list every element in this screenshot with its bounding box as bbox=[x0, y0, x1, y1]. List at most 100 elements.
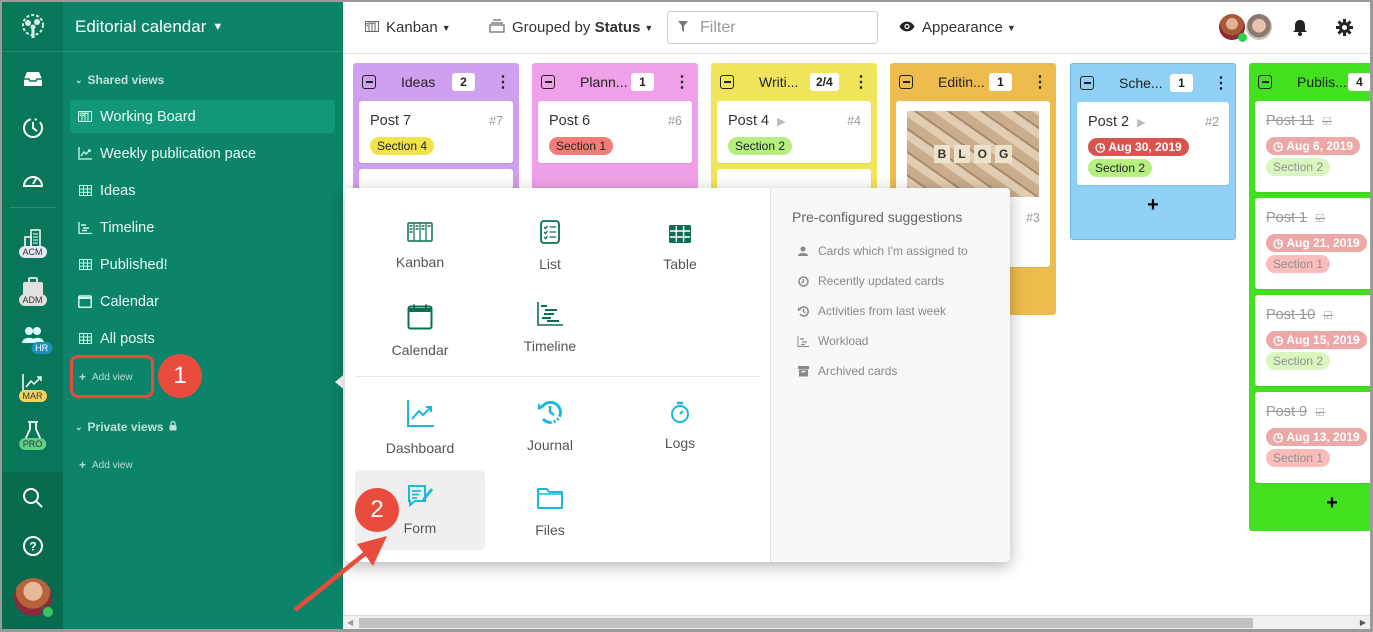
kanban-card[interactable]: Post 2 ▶ #2 ◷ Aug 30, 2019 Section 2 bbox=[1077, 102, 1229, 185]
appearance-dropdown[interactable]: Appearance ▼ bbox=[899, 19, 1016, 36]
app-logo[interactable] bbox=[2, 2, 63, 52]
private-views-header[interactable]: ⌄ Private views bbox=[75, 420, 177, 434]
sidebar-item-label: Published! bbox=[100, 256, 168, 273]
kanban-icon bbox=[76, 111, 94, 122]
workspace-badge: HR bbox=[31, 342, 53, 354]
settings-gear-icon[interactable] bbox=[1336, 19, 1353, 41]
collapse-icon[interactable] bbox=[1080, 76, 1094, 90]
workspace-mar[interactable]: MAR bbox=[2, 368, 63, 402]
scroll-left-arrow-icon[interactable]: ◀ bbox=[347, 618, 353, 627]
column-header[interactable]: Sche... 1 ⋮ bbox=[1077, 64, 1229, 102]
due-date-tag: ◷ Aug 21, 2019 bbox=[1266, 234, 1367, 252]
dashboard-gauge-icon[interactable] bbox=[2, 165, 63, 195]
kanban-card[interactable]: Post 10 ☑ ◷ Aug 15, 2019 Section 2 bbox=[1255, 295, 1370, 386]
chevron-down-icon: ⌄ bbox=[75, 421, 83, 432]
kanban-card[interactable]: Post 7 #7 Section 4 bbox=[359, 101, 513, 163]
sidebar-item-timeline[interactable]: Timeline bbox=[70, 211, 335, 244]
view-option-table[interactable]: Table bbox=[615, 208, 745, 288]
sidebar-item-calendar[interactable]: Calendar bbox=[70, 285, 335, 318]
column-header[interactable]: Publis... 4 bbox=[1255, 63, 1370, 101]
column-header[interactable]: Editin... 1 ⋮ bbox=[896, 63, 1050, 101]
view-option-label: List bbox=[539, 256, 561, 272]
folder-icon bbox=[537, 488, 563, 509]
sidebar-item-weekly-publication-pace[interactable]: Weekly publication pace bbox=[70, 137, 335, 170]
member-avatar-2[interactable] bbox=[1246, 14, 1272, 40]
filter-input[interactable]: Filter bbox=[667, 11, 878, 44]
view-option-timeline[interactable]: Timeline bbox=[485, 288, 615, 368]
collapse-icon[interactable] bbox=[541, 75, 555, 89]
member-avatar-1[interactable] bbox=[1219, 14, 1247, 42]
horizontal-scrollbar[interactable]: ◀ ▶ bbox=[343, 615, 1370, 629]
user-avatar[interactable] bbox=[2, 577, 63, 618]
more-vertical-icon[interactable]: ⋮ bbox=[853, 72, 869, 92]
lock-icon bbox=[169, 420, 177, 434]
workspace-title[interactable]: Editorial calendar ▼ bbox=[63, 2, 343, 52]
view-option-label: Journal bbox=[527, 437, 573, 453]
notifications-bell-icon[interactable] bbox=[1292, 19, 1308, 41]
card-title: Post 4 bbox=[728, 113, 770, 129]
sidebar-item-working-board[interactable]: Working Board bbox=[70, 100, 335, 133]
rail-divider bbox=[10, 207, 56, 208]
clock-icon[interactable] bbox=[2, 113, 63, 143]
collapse-icon[interactable] bbox=[720, 75, 734, 89]
collapse-icon[interactable] bbox=[1258, 75, 1272, 89]
sidebar-item-ideas[interactable]: Ideas bbox=[70, 174, 335, 207]
more-vertical-icon[interactable]: ⋮ bbox=[674, 72, 690, 92]
collapse-icon[interactable] bbox=[362, 75, 376, 89]
shared-views-header[interactable]: ⌄ Shared views bbox=[75, 73, 164, 87]
view-type-dropdown[interactable]: Kanban ▼ bbox=[365, 19, 451, 36]
sidebar-item-published[interactable]: Published! bbox=[70, 248, 335, 281]
workspace-adm[interactable]: ADM bbox=[2, 272, 63, 306]
view-option-kanban[interactable]: Kanban bbox=[355, 206, 485, 286]
sidebar-item-all-posts[interactable]: All posts bbox=[70, 322, 335, 355]
more-vertical-icon[interactable]: ⋮ bbox=[495, 72, 511, 92]
add-card-button[interactable]: + bbox=[1255, 489, 1370, 517]
kanban-card[interactable] bbox=[717, 169, 871, 189]
suggestion-item[interactable]: Recently updated cards bbox=[797, 274, 944, 288]
help-icon[interactable]: ? bbox=[2, 532, 63, 560]
view-type-grid: Kanban List Table Calendar Timeline Dash… bbox=[345, 188, 770, 562]
search-icon[interactable] bbox=[2, 484, 63, 512]
list-icon bbox=[540, 220, 560, 244]
kanban-card[interactable]: Post 1 ☑ ◷ Aug 21, 2019 Section 1 bbox=[1255, 198, 1370, 289]
column-header[interactable]: Ideas 2 ⋮ bbox=[359, 63, 513, 101]
checked-icon: ☑ bbox=[1315, 212, 1325, 225]
workspace-acm[interactable]: ACM bbox=[2, 224, 63, 258]
section-tag: Section 1 bbox=[1266, 255, 1331, 273]
kanban-icon bbox=[365, 19, 379, 36]
timeline-icon bbox=[797, 335, 809, 347]
kanban-card[interactable]: Post 11 ☑ ◷ Aug 6, 2019 Section 2 bbox=[1255, 101, 1370, 192]
column-header[interactable]: Plann... 1 ⋮ bbox=[538, 63, 692, 101]
suggestion-item[interactable]: Cards which I'm assigned to bbox=[797, 244, 968, 258]
collapse-icon[interactable] bbox=[899, 75, 913, 89]
kanban-card[interactable]: Post 9 ☑ ◷ Aug 13, 2019 Section 1 bbox=[1255, 392, 1370, 483]
scroll-right-arrow-icon[interactable]: ▶ bbox=[1360, 618, 1366, 627]
kanban-card[interactable]: Post 4 ▶ #4 Section 2 bbox=[717, 101, 871, 163]
calendar-icon bbox=[76, 295, 94, 308]
view-option-files[interactable]: Files bbox=[485, 472, 615, 552]
more-vertical-icon[interactable]: ⋮ bbox=[1213, 73, 1229, 93]
view-option-journal[interactable]: Journal bbox=[485, 386, 615, 466]
add-card-button[interactable]: + bbox=[1077, 191, 1229, 219]
inbox-icon[interactable] bbox=[2, 64, 63, 94]
kanban-card[interactable]: Post 6 #6 Section 1 bbox=[538, 101, 692, 163]
suggestion-item[interactable]: Workload bbox=[797, 334, 868, 348]
suggestion-item[interactable]: Activities from last week bbox=[797, 304, 946, 318]
workspace-hr[interactable]: HR bbox=[2, 320, 63, 354]
group-by-dropdown[interactable]: Grouped by Status ▼ bbox=[489, 18, 653, 37]
kanban-card[interactable] bbox=[359, 169, 513, 189]
card-title: Post 11 bbox=[1266, 113, 1315, 129]
workspace-pro[interactable]: PRO bbox=[2, 416, 63, 450]
private-add-view-button[interactable]: + Add view bbox=[79, 458, 133, 472]
view-option-logs[interactable]: Logs bbox=[615, 386, 745, 466]
caret-down-icon: ▼ bbox=[212, 20, 224, 33]
column-header[interactable]: Writi... 2/4 ⋮ bbox=[717, 63, 871, 101]
caret-down-icon: ▼ bbox=[441, 22, 451, 33]
scrollbar-thumb[interactable] bbox=[359, 618, 1253, 628]
suggestion-item[interactable]: Archived cards bbox=[797, 364, 897, 378]
view-option-calendar[interactable]: Calendar bbox=[355, 291, 485, 371]
archive-icon bbox=[797, 365, 809, 377]
view-option-dashboard[interactable]: Dashboard bbox=[355, 388, 485, 468]
view-option-list[interactable]: List bbox=[485, 206, 615, 286]
more-vertical-icon[interactable]: ⋮ bbox=[1032, 72, 1048, 92]
